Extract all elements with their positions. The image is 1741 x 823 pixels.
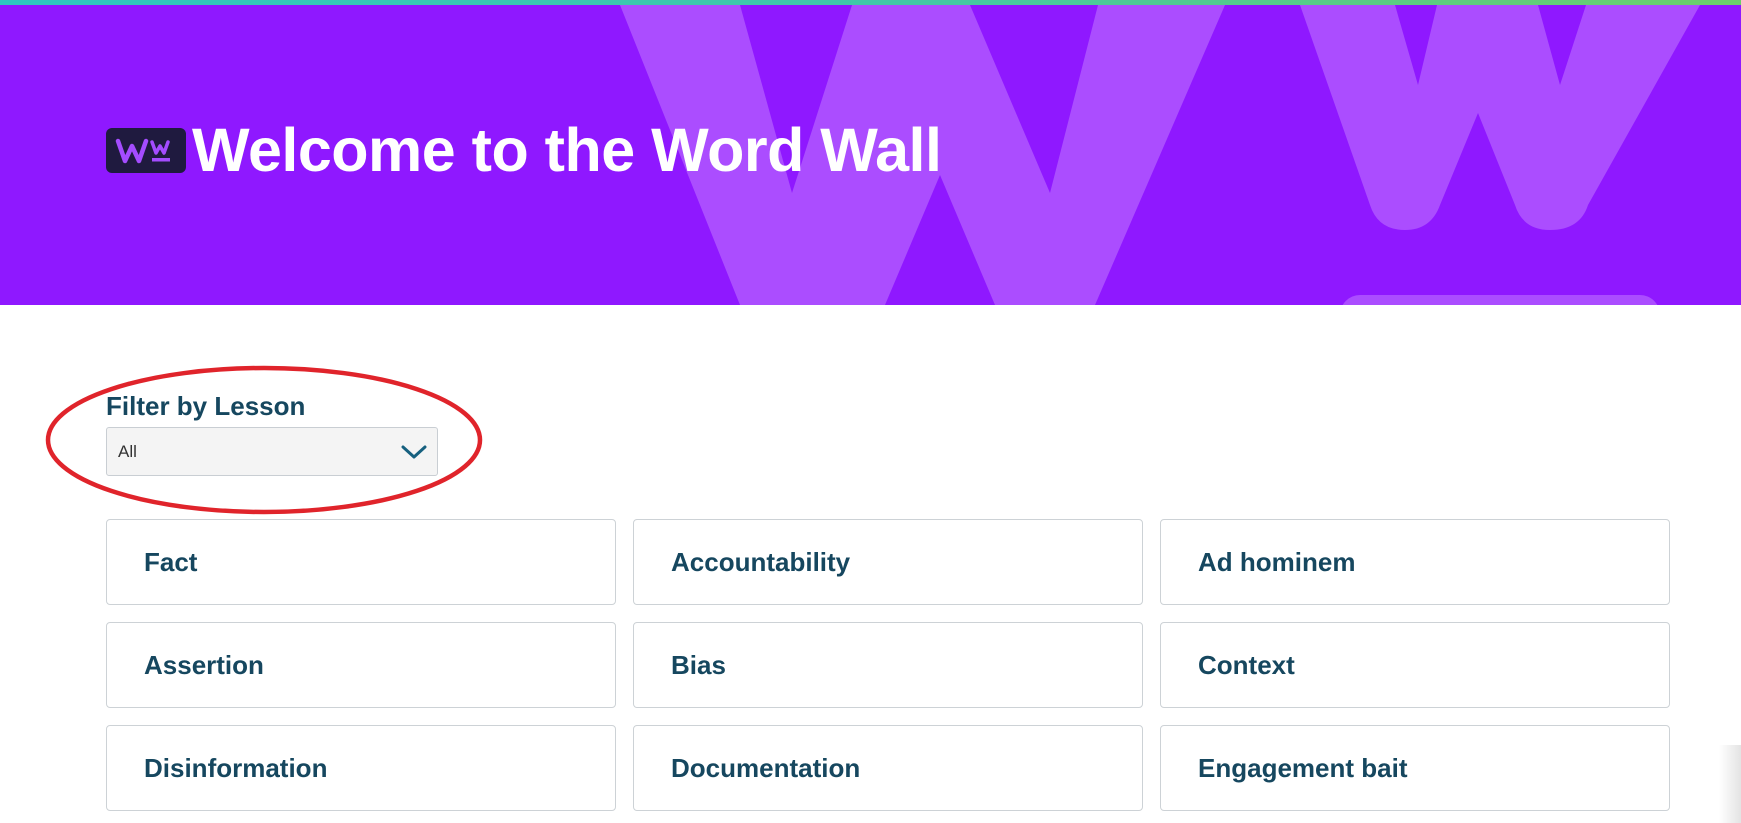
ww-logo-icon <box>115 138 170 163</box>
term-label: Assertion <box>144 649 264 680</box>
term-card[interactable]: Engagement bait <box>1160 725 1670 811</box>
filter-label: Filter by Lesson <box>106 391 306 421</box>
main-content: Filter by Lesson All Fact Accountability… <box>0 305 1741 823</box>
hero-banner: Welcome to the Word Wall <box>0 5 1741 305</box>
term-card[interactable]: Ad hominem <box>1160 519 1670 605</box>
word-wall-logo <box>106 128 186 173</box>
term-card-grid: Fact Accountability Ad hominem Assertion… <box>106 519 1670 811</box>
hero-title-row: Welcome to the Word Wall <box>106 116 942 184</box>
term-label: Context <box>1198 649 1295 680</box>
term-card[interactable]: Disinformation <box>106 725 616 811</box>
lesson-filter-dropdown[interactable]: All <box>106 427 438 476</box>
chevron-down-icon <box>401 445 427 458</box>
lesson-filter-value: All <box>118 441 137 461</box>
term-label: Accountability <box>671 546 851 577</box>
scroll-edge-shadow <box>1719 745 1741 823</box>
term-label: Fact <box>144 546 198 577</box>
term-card[interactable]: Fact <box>106 519 616 605</box>
term-label: Bias <box>671 649 726 680</box>
term-label: Disinformation <box>144 752 328 783</box>
term-label: Engagement bait <box>1198 752 1408 783</box>
term-card[interactable]: Context <box>1160 622 1670 708</box>
page-title: Welcome to the Word Wall <box>192 116 942 184</box>
term-card[interactable]: Bias <box>633 622 1143 708</box>
term-card[interactable]: Accountability <box>633 519 1143 605</box>
term-label: Ad hominem <box>1198 546 1356 577</box>
term-card[interactable]: Documentation <box>633 725 1143 811</box>
term-label: Documentation <box>671 752 861 783</box>
term-card[interactable]: Assertion <box>106 622 616 708</box>
